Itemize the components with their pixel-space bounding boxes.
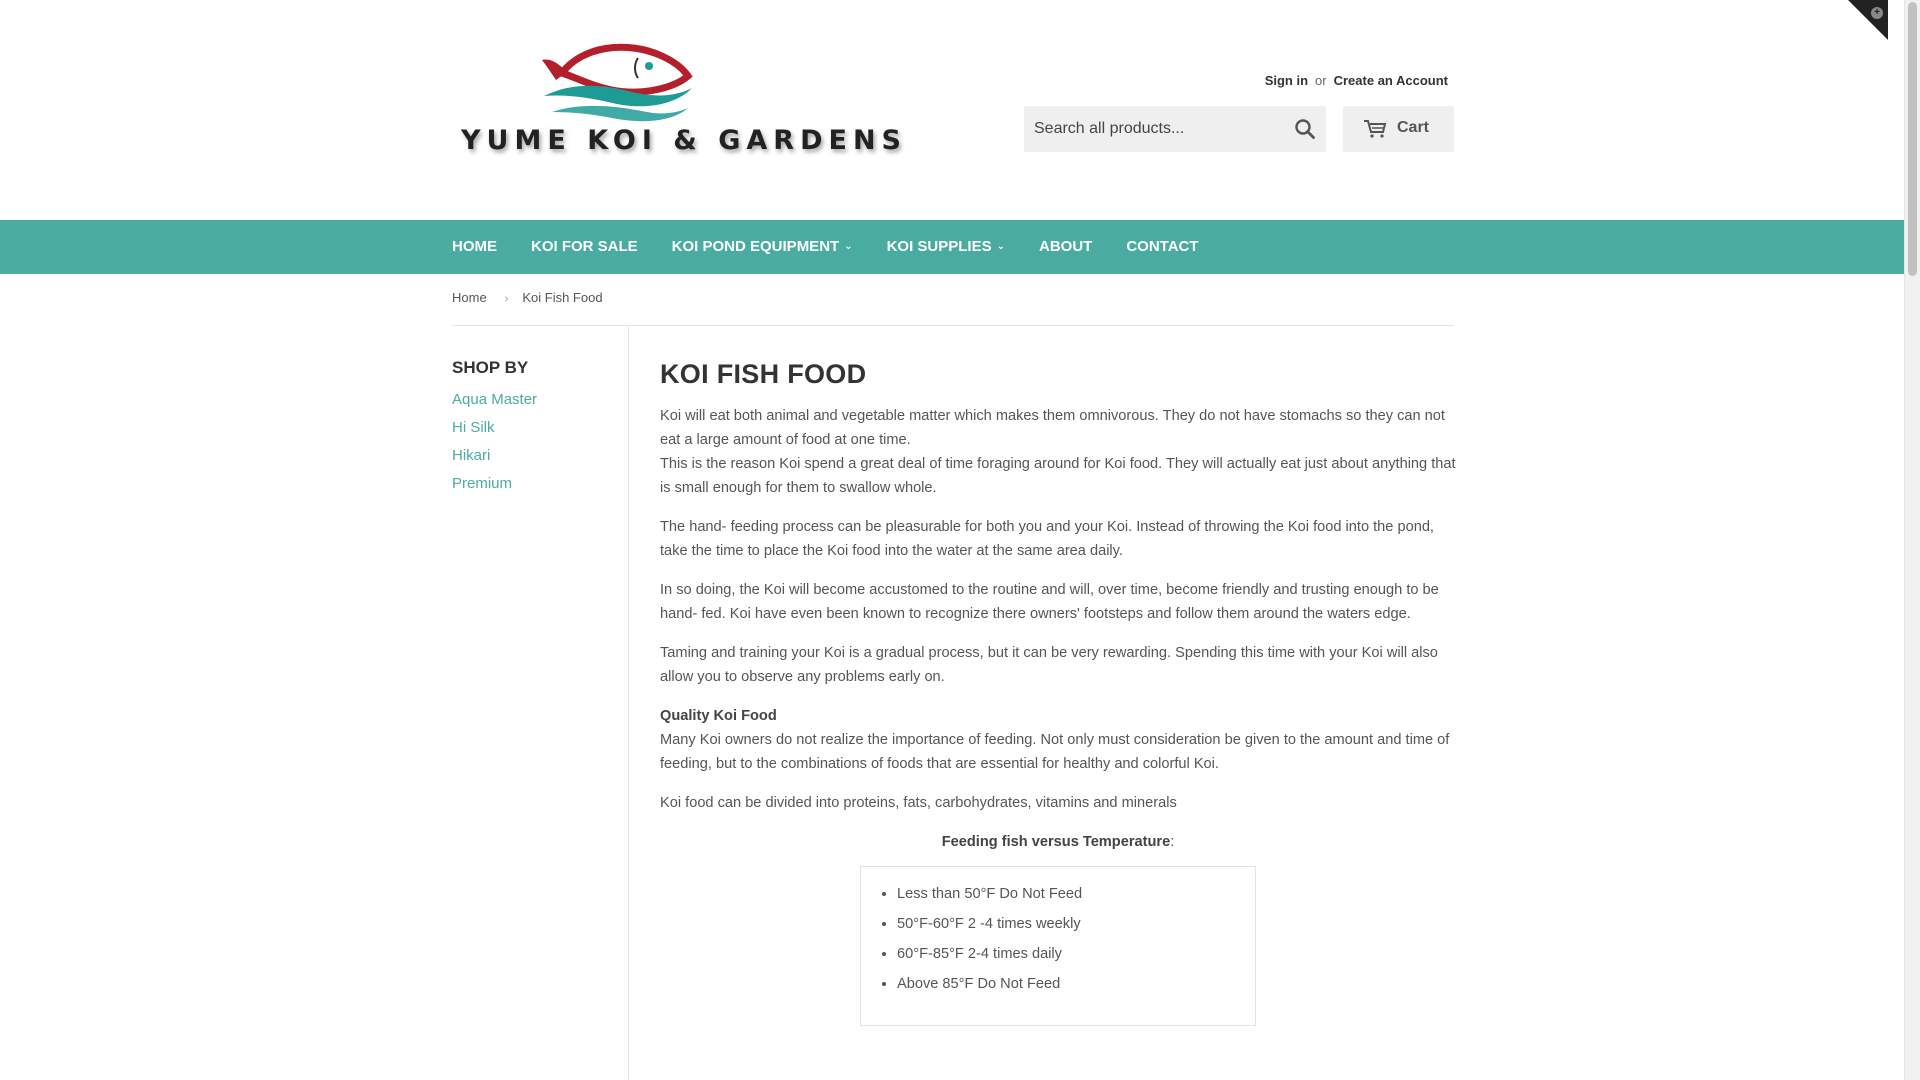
create-account-link[interactable]: Create an Account bbox=[1334, 73, 1448, 88]
cart-icon bbox=[1363, 119, 1387, 144]
feeding-temperature-box: Less than 50°F Do Not Feed 50°F-60°F 2 -… bbox=[860, 866, 1256, 1026]
nav-item-koi-supplies[interactable]: KOI SUPPLIES ⌄ bbox=[887, 220, 1005, 274]
site-logo[interactable]: YUME KOI & GARDENS bbox=[452, 38, 901, 168]
search-box bbox=[1024, 106, 1326, 152]
breadcrumb-separator-icon: › bbox=[504, 293, 509, 305]
sidebar-item-hi-silk[interactable]: Hi Silk bbox=[452, 414, 622, 442]
breadcrumb: Home › Koi Fish Food bbox=[452, 290, 603, 305]
paragraph: Koi food can be divided into proteins, f… bbox=[660, 795, 1177, 811]
nav-item-contact[interactable]: CONTACT bbox=[1126, 220, 1198, 274]
feeding-heading: Feeding fish versus Temperature: bbox=[660, 830, 1456, 854]
sidebar-title: SHOP BY bbox=[452, 358, 529, 377]
search-input[interactable] bbox=[1024, 106, 1294, 152]
site-header: YUME KOI & GARDENS Sign in or Create an Ac… bbox=[452, 38, 1454, 178]
nav-item-koi-pond-equipment[interactable]: KOI POND EQUIPMENT ⌄ bbox=[672, 220, 853, 274]
paragraph: Koi will eat both animal and vegetable m… bbox=[660, 404, 1456, 500]
sign-in-link[interactable]: Sign in bbox=[1265, 73, 1308, 88]
settings-icon[interactable]: + bbox=[1871, 7, 1883, 19]
paragraph-text: Many Koi owners do not realize the impor… bbox=[660, 732, 1450, 772]
section-heading: Quality Koi Food bbox=[660, 708, 777, 724]
cart-label: Cart bbox=[1397, 119, 1430, 136]
sidebar-divider bbox=[628, 326, 629, 1080]
sidebar: SHOP BY Aqua Master Hi Silk Hikari Premi… bbox=[452, 358, 622, 498]
list-item: 50°F-60°F 2 -4 times weekly bbox=[897, 909, 1255, 939]
or-text: or bbox=[1315, 73, 1327, 88]
list-item: Above 85°F Do Not Feed bbox=[897, 969, 1255, 999]
sidebar-item-hikari[interactable]: Hikari bbox=[452, 442, 622, 470]
list-item: 60°F-85°F 2-4 times daily bbox=[897, 939, 1255, 969]
nav-item-koi-for-sale[interactable]: KOI FOR SALE bbox=[531, 220, 638, 274]
paragraph-text: Koi will eat both animal and vegetable m… bbox=[660, 408, 1445, 448]
account-links: Sign in or Create an Account bbox=[1265, 73, 1448, 88]
divider bbox=[452, 325, 1454, 326]
cart-button[interactable]: Cart bbox=[1343, 106, 1454, 152]
page: YUME KOI & GARDENS Sign in or Create an Ac… bbox=[0, 0, 1904, 1080]
chevron-down-icon: ⌄ bbox=[996, 241, 1005, 252]
koi-fish-logo-icon bbox=[542, 43, 693, 122]
sidebar-item-premium[interactable]: Premium bbox=[452, 470, 622, 498]
nav-item-about[interactable]: ABOUT bbox=[1039, 220, 1092, 274]
feeding-heading-text: Feeding fish versus Temperature bbox=[941, 834, 1171, 850]
paragraph: The hand- feeding process can be pleasur… bbox=[660, 519, 1434, 559]
nav-item-home[interactable]: HOME bbox=[452, 220, 497, 274]
main-content: KOI FISH FOOD Koi will eat both animal a… bbox=[660, 356, 1456, 1026]
feeding-list: Less than 50°F Do Not Feed 50°F-60°F 2 -… bbox=[861, 879, 1255, 999]
page-title: KOI FISH FOOD bbox=[660, 359, 867, 389]
sidebar-item-aqua-master[interactable]: Aqua Master bbox=[452, 386, 622, 414]
nav-item-label: KOI POND EQUIPMENT bbox=[671, 238, 840, 255]
main-nav: HOME KOI FOR SALE KOI POND EQUIPMENT ⌄ KO… bbox=[0, 220, 1904, 274]
nav-item-label: CONTACT bbox=[1126, 238, 1199, 255]
nav-item-label: ABOUT bbox=[1039, 238, 1093, 255]
nav-item-label: KOI FOR SALE bbox=[531, 238, 638, 255]
nav-item-label: HOME bbox=[452, 238, 497, 255]
list-item: Less than 50°F Do Not Feed bbox=[897, 879, 1255, 909]
chevron-down-icon: ⌄ bbox=[844, 241, 853, 252]
breadcrumb-current: Koi Fish Food bbox=[522, 290, 603, 305]
nav-item-label: KOI SUPPLIES bbox=[886, 238, 992, 255]
scrollbar[interactable] bbox=[1904, 0, 1920, 1080]
breadcrumb-home-link[interactable]: Home bbox=[452, 290, 487, 305]
feeding-heading-colon: : bbox=[1170, 834, 1175, 850]
scrollbar-thumb[interactable] bbox=[1908, 2, 1917, 276]
corner-ribbon[interactable] bbox=[1848, 0, 1888, 40]
search-icon[interactable] bbox=[1294, 118, 1316, 140]
paragraph-text: This is the reason Koi spend a great dea… bbox=[660, 456, 1456, 496]
paragraph: Quality Koi Food Many Koi owners do not r… bbox=[660, 704, 1456, 776]
paragraph: Taming and training your Koi is a gradua… bbox=[660, 645, 1438, 685]
paragraph: In so doing, the Koi will become accusto… bbox=[660, 582, 1439, 622]
logo-wordmark: YUME KOI & GARDENS bbox=[461, 125, 907, 156]
